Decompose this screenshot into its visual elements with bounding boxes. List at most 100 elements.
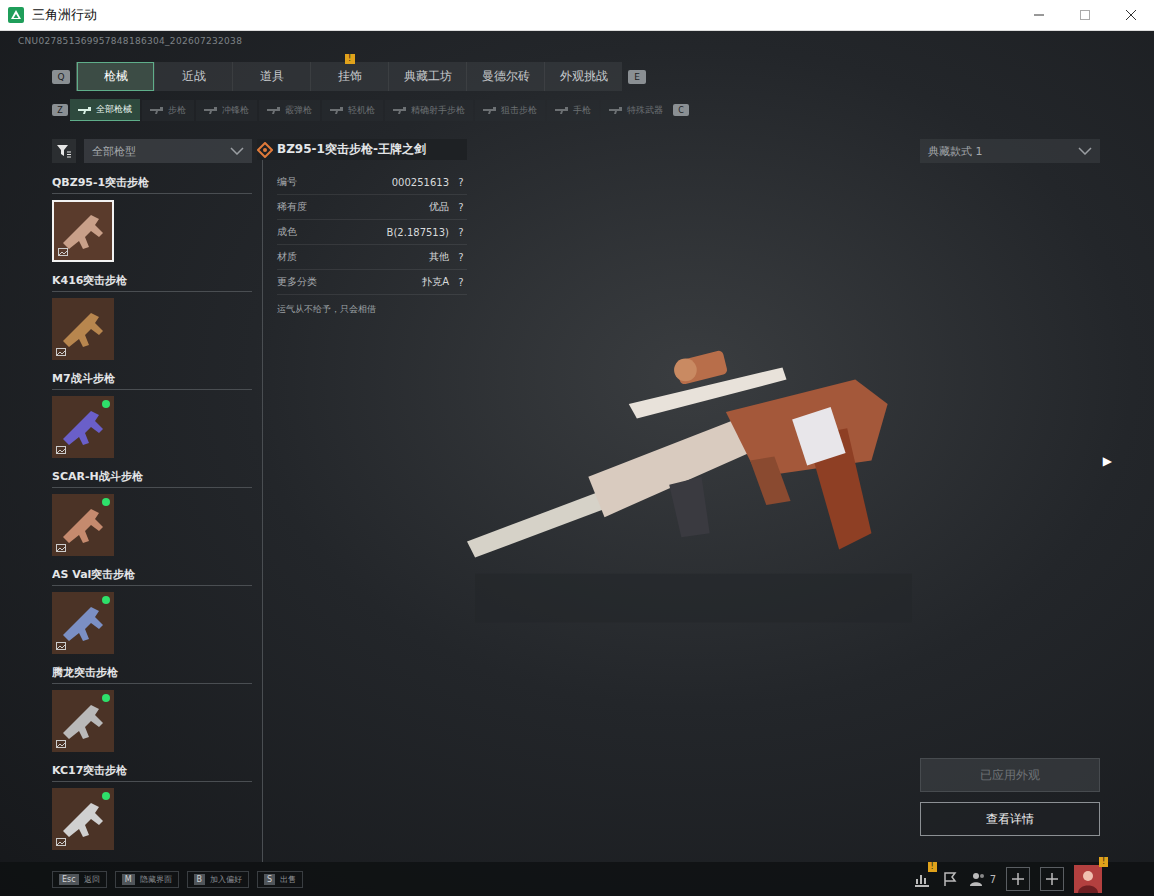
gun-name: M7战斗步枪 bbox=[52, 371, 252, 390]
gun-thumbnail[interactable] bbox=[52, 298, 114, 360]
help-button[interactable]: ? bbox=[455, 177, 467, 188]
weapon-type-tab[interactable]: 特殊武器 bbox=[601, 100, 671, 121]
stats-button[interactable]: ! bbox=[913, 870, 931, 888]
action-button[interactable]: 查看详情 bbox=[920, 802, 1100, 836]
gun-item[interactable]: SCAR-H战斗步枪 bbox=[52, 469, 252, 567]
weapon-type-tabs: Z全部枪械步枪冲锋枪霰弹枪轻机枪精确射手步枪狙击步枪手枪特殊武器C bbox=[0, 91, 1154, 121]
gun-name: QBZ95-1突击步枪 bbox=[52, 175, 252, 194]
image-icon bbox=[56, 544, 66, 552]
gun-name: KC17突击步枪 bbox=[52, 763, 252, 782]
image-icon bbox=[56, 446, 66, 454]
image-icon bbox=[56, 740, 66, 748]
flag-button[interactable] bbox=[941, 870, 959, 888]
plus-icon bbox=[1045, 872, 1059, 886]
title-bar: 三角洲行动 bbox=[0, 0, 1154, 31]
gun-item[interactable]: K416突击步枪 bbox=[52, 273, 252, 371]
weapon-type-tab[interactable]: 冲锋枪 bbox=[196, 100, 257, 121]
next-subtab-key[interactable]: C bbox=[673, 104, 689, 116]
image-icon bbox=[56, 642, 66, 650]
tab-badge: ! bbox=[345, 54, 355, 64]
skin-title: BZ95-1突击步枪-王牌之剑 bbox=[257, 139, 467, 160]
category-tab[interactable]: 挂饰 ! bbox=[310, 62, 388, 91]
owned-dot bbox=[102, 498, 110, 506]
chart-icon bbox=[913, 870, 931, 888]
gun-type-filter[interactable]: 全部枪型 bbox=[84, 139, 252, 163]
image-icon bbox=[58, 248, 68, 256]
gun-thumbnail[interactable] bbox=[52, 494, 114, 556]
detail-row: 成色B(2.187513)? bbox=[277, 220, 467, 245]
category-tab[interactable]: 近战 bbox=[154, 62, 232, 91]
weapon-type-tab[interactable]: 全部枪械 bbox=[70, 99, 140, 121]
gun-type-icon bbox=[555, 106, 569, 114]
friends-button[interactable]: 7 bbox=[969, 870, 996, 888]
style-select[interactable]: 典藏款式 1 bbox=[920, 139, 1100, 163]
gun-preview[interactable] bbox=[467, 139, 920, 862]
gun-model-icon[interactable] bbox=[467, 229, 920, 692]
help-button[interactable]: ? bbox=[455, 252, 467, 263]
chevron-down-icon bbox=[1078, 147, 1092, 155]
gun-type-icon bbox=[267, 106, 281, 114]
gun-item[interactable]: 腾龙突击步枪 bbox=[52, 665, 252, 763]
category-tabs: Q 枪械 近战 道具 挂饰 !典藏工坊 曼德尔砖 外观挑战 E bbox=[0, 50, 1154, 91]
weapon-type-tab[interactable]: 轻机枪 bbox=[322, 100, 383, 121]
gun-thumbnail[interactable] bbox=[52, 690, 114, 752]
gun-thumbnail[interactable] bbox=[52, 788, 114, 850]
app-window: 三角洲行动CNU027851369957848186304_2026072320… bbox=[0, 0, 1154, 896]
category-tab[interactable]: 枪械 bbox=[76, 62, 154, 91]
gun-thumbnail[interactable] bbox=[52, 592, 114, 654]
category-tab[interactable]: 道具 bbox=[232, 62, 310, 91]
close-icon[interactable] bbox=[1108, 0, 1154, 30]
action-button: 已应用外观 bbox=[920, 758, 1100, 792]
gun-thumbnail[interactable] bbox=[52, 396, 114, 458]
gun-list-panel: 全部枪型 QBZ95-1突击步枪 K416突击步枪 M7战斗步枪 SCAR-H战斗步枪A… bbox=[52, 139, 252, 862]
prev-tab-key[interactable]: Q bbox=[52, 70, 70, 84]
owned-dot bbox=[102, 596, 110, 604]
hotkey-hint[interactable]: Esc返回 bbox=[52, 871, 107, 888]
gun-thumbnail[interactable] bbox=[52, 200, 114, 262]
gun-type-icon bbox=[483, 106, 497, 114]
next-style-arrow[interactable]: ▶ bbox=[1103, 454, 1112, 468]
gun-item[interactable]: M7战斗步枪 bbox=[52, 371, 252, 469]
next-tab-key[interactable]: E bbox=[628, 70, 646, 84]
hotkey-hint[interactable]: M隐藏界面 bbox=[115, 871, 179, 888]
category-tab[interactable]: 典藏工坊 bbox=[388, 62, 466, 91]
chevron-down-icon bbox=[230, 147, 244, 155]
gun-name: K416突击步枪 bbox=[52, 273, 252, 292]
detail-row: 更多分类扑克A? bbox=[277, 270, 467, 295]
hotkey-hint[interactable]: S出售 bbox=[257, 871, 303, 888]
right-panel: 典藏款式 1▶已应用外观查看详情 bbox=[920, 139, 1100, 862]
detail-row: 稀有度优品? bbox=[277, 195, 467, 220]
gun-icon bbox=[55, 203, 111, 259]
invite-slot[interactable] bbox=[1006, 867, 1030, 891]
gun-type-icon bbox=[393, 106, 407, 114]
logo-icon bbox=[8, 7, 24, 23]
gun-item[interactable]: AS Val突击步枪 bbox=[52, 567, 252, 665]
category-tab[interactable]: 外观挑战 bbox=[544, 62, 622, 91]
help-button[interactable]: ? bbox=[455, 227, 467, 238]
help-button[interactable]: ? bbox=[455, 277, 467, 288]
weapon-type-tab[interactable]: 步枪 bbox=[142, 100, 194, 121]
gun-item[interactable]: KC17突击步枪 bbox=[52, 763, 252, 861]
filter-icon[interactable] bbox=[52, 139, 76, 163]
category-tab[interactable]: 曼德尔砖 bbox=[466, 62, 544, 91]
invite-slot[interactable] bbox=[1040, 867, 1064, 891]
game-area: CNU027851369957848186304_202607232038Q枪械… bbox=[0, 31, 1154, 896]
people-icon bbox=[969, 870, 987, 888]
maximize-icon[interactable] bbox=[1062, 0, 1108, 30]
weapon-type-tab[interactable]: 精确射手步枪 bbox=[385, 100, 473, 121]
player-avatar[interactable]: ! bbox=[1074, 865, 1102, 893]
owned-dot bbox=[102, 400, 110, 408]
gun-item[interactable]: QBZ95-1突击步枪 bbox=[52, 175, 252, 273]
minimize-icon[interactable] bbox=[1016, 0, 1062, 30]
owned-dot bbox=[102, 792, 110, 800]
weapon-type-tab[interactable]: 霰弹枪 bbox=[259, 100, 320, 121]
hotkey-hint[interactable]: B加入偏好 bbox=[187, 871, 250, 888]
gun-type-icon bbox=[204, 106, 218, 114]
weapon-type-tab[interactable]: 手枪 bbox=[547, 100, 599, 121]
plus-icon bbox=[1011, 872, 1025, 886]
skin-quote: 运气从不给予，只会相借 bbox=[277, 303, 467, 316]
gun-type-icon bbox=[78, 106, 92, 114]
prev-subtab-key[interactable]: Z bbox=[52, 104, 68, 116]
weapon-type-tab[interactable]: 狙击步枪 bbox=[475, 100, 545, 121]
help-button[interactable]: ? bbox=[455, 202, 467, 213]
